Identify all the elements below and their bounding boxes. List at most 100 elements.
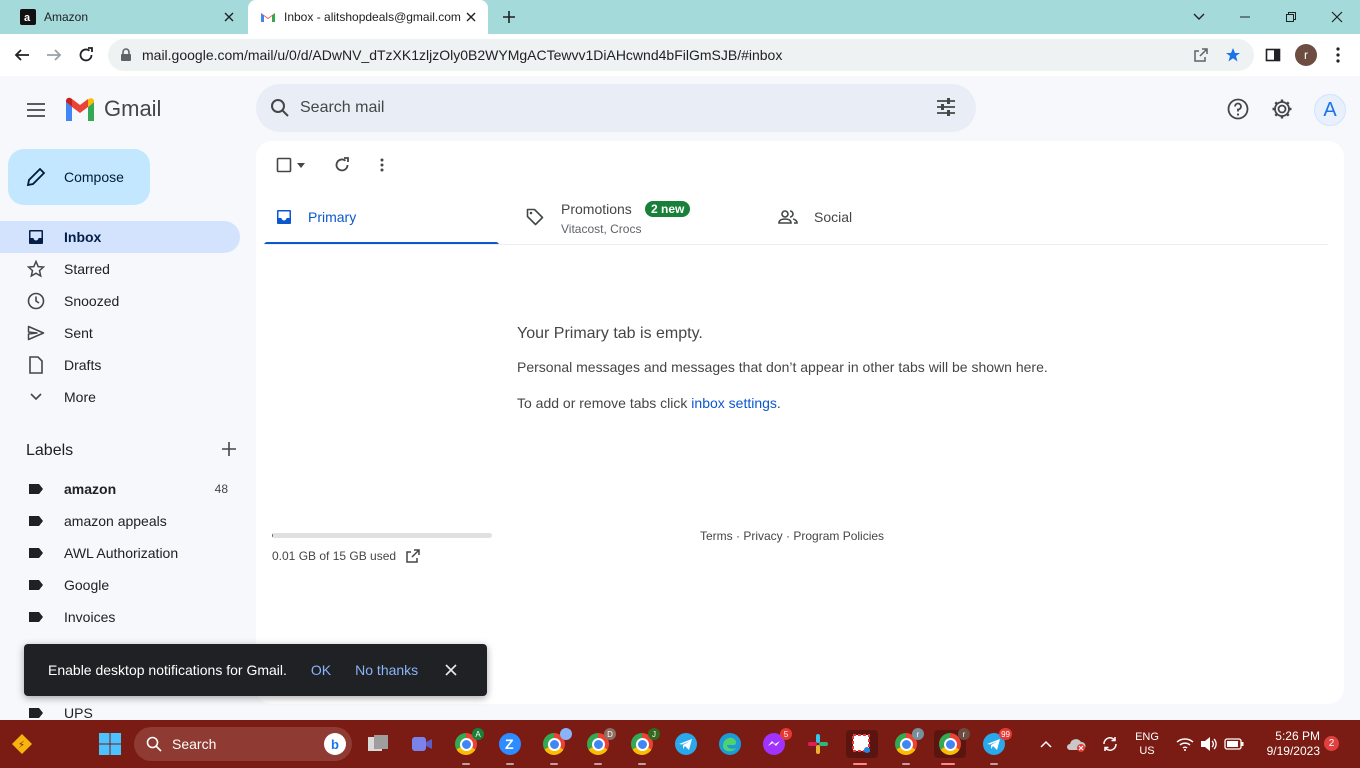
close-icon[interactable] — [220, 8, 238, 26]
forward-button[interactable] — [41, 42, 67, 68]
tab-social[interactable]: Social — [770, 187, 1010, 245]
notification-center-badge[interactable]: 2 — [1324, 736, 1339, 751]
privacy-link[interactable]: Privacy — [743, 529, 782, 543]
weather-widget-icon[interactable]: ⚡ — [8, 730, 36, 758]
sidebar-item-snoozed[interactable]: Snoozed — [0, 285, 240, 317]
side-panel-icon — [1265, 48, 1281, 62]
label-item-amazon-appeals[interactable]: amazon appeals — [0, 505, 240, 537]
onedrive-status-icon[interactable] — [1062, 730, 1090, 758]
label-item-amazon[interactable]: amazon 48 — [0, 473, 240, 505]
plus-icon[interactable] — [222, 441, 236, 461]
close-icon[interactable] — [462, 8, 480, 26]
account-avatar[interactable]: A — [1314, 94, 1346, 126]
system-clock[interactable]: 5:26 PM 9/19/2023 — [1250, 729, 1320, 759]
restore-button[interactable] — [1268, 0, 1314, 34]
tab-promotions[interactable]: Promotions 2 new Vitacost, Crocs — [517, 187, 757, 245]
input-language[interactable]: ENG US — [1130, 730, 1164, 758]
sidebar-item-more[interactable]: More — [0, 381, 240, 413]
gmail-logo[interactable]: Gmail — [64, 96, 161, 122]
more-actions-button[interactable] — [370, 155, 394, 175]
running-indicator — [550, 763, 558, 765]
sidebar-item-starred[interactable]: Starred — [0, 253, 240, 285]
close-window-button[interactable] — [1314, 0, 1360, 34]
terms-link[interactable]: Terms — [700, 529, 733, 543]
close-icon[interactable] — [442, 661, 460, 679]
quick-settings[interactable] — [1170, 730, 1250, 758]
tab-primary[interactable]: Primary — [264, 187, 499, 245]
zoom-icon: Z — [499, 733, 521, 755]
arrow-right-icon — [47, 49, 62, 61]
show-hidden-icons-button[interactable] — [1032, 730, 1060, 758]
taskbar-chrome-r1[interactable]: r — [892, 728, 924, 765]
share-icon[interactable] — [1192, 46, 1210, 64]
browser-tab-inbox[interactable]: Inbox - alitshopdeals@gmail.com — [248, 0, 488, 34]
taskbar-messenger[interactable]: 5 — [760, 728, 792, 758]
hint-prefix: To add or remove tabs click — [517, 395, 692, 411]
sidebar-item-inbox[interactable]: Inbox — [0, 221, 240, 253]
label-item-google[interactable]: Google — [0, 569, 240, 601]
profile-badge: A — [472, 728, 484, 740]
select-options-dropdown[interactable] — [292, 155, 310, 175]
task-view-icon[interactable] — [364, 730, 392, 758]
taskbar-chrome-d[interactable]: D — [584, 728, 616, 765]
tag-icon — [525, 207, 545, 227]
teams-meet-icon[interactable] — [408, 730, 436, 758]
open-external-icon[interactable] — [406, 549, 420, 563]
clock-date: 9/19/2023 — [1266, 744, 1320, 758]
taskbar-snipping-tool[interactable] — [846, 730, 878, 765]
lock-icon[interactable] — [120, 48, 132, 67]
bing-icon[interactable]: b — [324, 733, 346, 755]
back-button[interactable] — [9, 42, 35, 68]
gear-icon[interactable] — [1270, 97, 1294, 121]
ok-button[interactable]: OK — [311, 662, 331, 678]
compose-button[interactable]: Compose — [8, 149, 150, 205]
start-button[interactable] — [96, 730, 124, 758]
taskbar-zoom[interactable]: Z — [496, 730, 524, 765]
hint-suffix: . — [776, 395, 781, 411]
new-tab-button[interactable] — [498, 6, 520, 28]
search-bar[interactable] — [256, 84, 976, 132]
search-input[interactable] — [300, 96, 900, 120]
windows-taskbar: ⚡ Search b A Z D J 5 r r 99 ENG US 5:26 … — [0, 720, 1360, 768]
search-options-icon[interactable] — [936, 97, 956, 122]
taskbar-chrome-photo[interactable] — [540, 728, 572, 765]
main-menu-button[interactable] — [22, 96, 50, 124]
sidebar-item-sent[interactable]: Sent — [0, 317, 240, 349]
label-item-awl-authorization[interactable]: AWL Authorization — [0, 537, 240, 569]
search-icon[interactable] — [270, 98, 290, 123]
reload-button[interactable] — [73, 42, 99, 68]
address-bar[interactable]: mail.google.com/mail/u/0/d/ADwNV_dTzXK1z… — [108, 39, 1254, 71]
taskbar-telegram-2[interactable]: 99 — [980, 728, 1012, 765]
refresh-button[interactable] — [330, 155, 354, 175]
taskbar-edge[interactable] — [716, 730, 744, 758]
help-icon[interactable] — [1226, 97, 1250, 121]
inbox-settings-link[interactable]: inbox settings — [691, 395, 777, 411]
browser-menu-button[interactable] — [1325, 42, 1351, 68]
sidebar-item-drafts[interactable]: Drafts — [0, 349, 240, 381]
taskbar-slack[interactable] — [804, 730, 832, 758]
taskbar-search-label: Search — [172, 736, 217, 752]
taskbar-chrome-a[interactable]: A — [452, 728, 484, 765]
label-name: amazon — [64, 481, 117, 497]
browser-tab-amazon[interactable]: a Amazon — [8, 0, 246, 34]
side-panel-button[interactable] — [1260, 42, 1286, 68]
minimize-button[interactable] — [1222, 0, 1268, 34]
labels-title: Labels — [26, 442, 74, 459]
pencil-icon — [26, 167, 46, 187]
browser-profile-avatar[interactable]: r — [1295, 44, 1317, 66]
no-thanks-button[interactable]: No thanks — [355, 662, 418, 678]
label-item-invoices[interactable]: Invoices — [0, 601, 240, 633]
caret-down-icon — [297, 162, 305, 168]
taskbar-telegram[interactable] — [672, 730, 700, 758]
tab-search-button[interactable] — [1176, 0, 1222, 34]
program-policies-link[interactable]: Program Policies — [793, 529, 884, 543]
bookmark-star-icon[interactable] — [1224, 46, 1242, 64]
sync-icon[interactable] — [1096, 730, 1124, 758]
people-icon — [778, 207, 798, 227]
svg-text:⚡: ⚡ — [18, 740, 25, 751]
taskbar-chrome-j[interactable]: J — [628, 728, 660, 765]
url-text[interactable]: mail.google.com/mail/u/0/d/ADwNV_dTzXK1z… — [142, 47, 782, 63]
taskbar-chrome-r2[interactable]: r — [934, 728, 970, 765]
footer-separator: · — [732, 529, 744, 543]
taskbar-search[interactable]: Search b — [134, 727, 352, 761]
